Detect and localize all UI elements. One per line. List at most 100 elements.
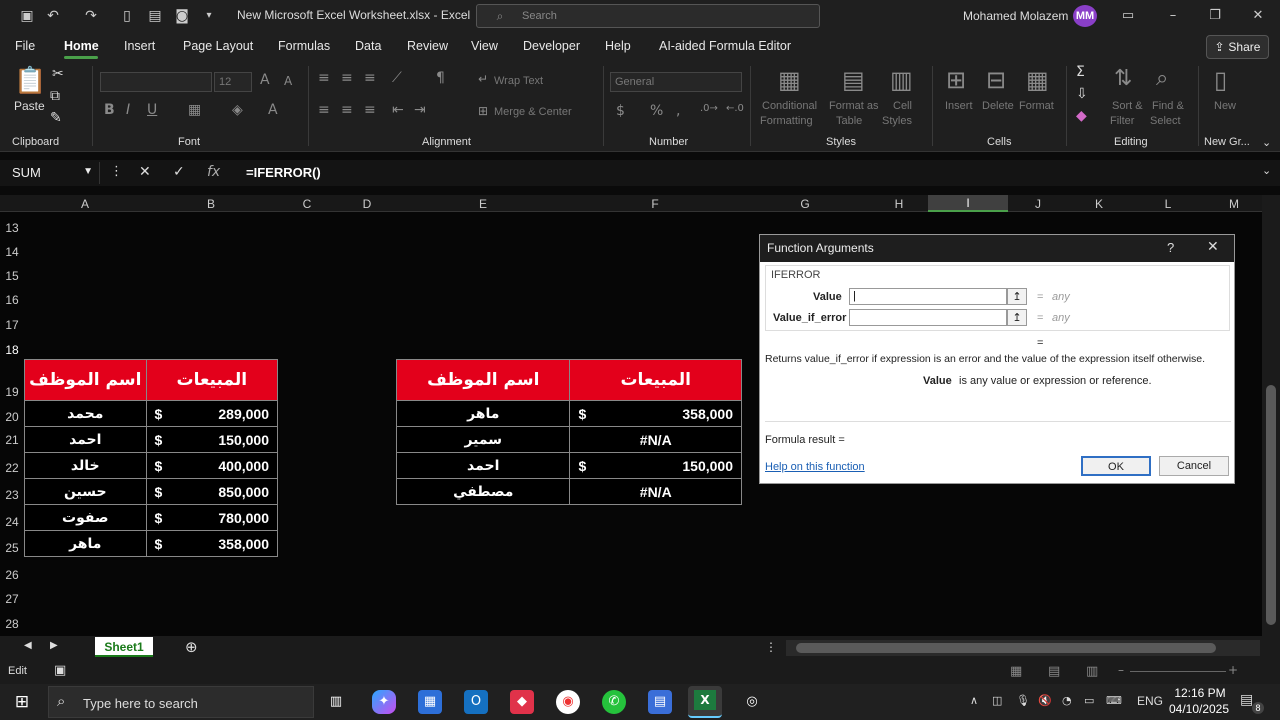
close-icon[interactable]: ✕ <box>1207 239 1219 255</box>
whatsapp-icon[interactable]: ✆ <box>602 690 626 714</box>
sales-cell[interactable]: $150,000 <box>145 426 279 453</box>
employee-name-cell[interactable]: سمير <box>395 426 571 453</box>
column-header-g[interactable]: G <box>740 197 870 211</box>
employee-name-cell[interactable]: خالد <box>24 452 147 479</box>
insert-cells-label[interactable]: Insert <box>945 100 973 112</box>
column-header-h[interactable]: H <box>870 197 928 211</box>
format-as-table-label-1[interactable]: Format as <box>829 100 879 112</box>
task-view-icon[interactable]: ▥ <box>324 690 348 714</box>
align-left-icon[interactable]: ≡ <box>318 102 330 118</box>
zoom-in-icon[interactable]: + <box>1228 663 1238 677</box>
vertical-scrollbar[interactable] <box>1262 195 1280 636</box>
row-header[interactable]: 17 <box>0 318 24 332</box>
conditional-formatting-label-2[interactable]: Formatting <box>760 115 813 127</box>
search-box[interactable]: ⌕ Search <box>476 4 820 28</box>
row-header[interactable]: 15 <box>0 269 24 283</box>
find-select-icon[interactable]: ⌕ <box>1156 66 1168 91</box>
delete-cells-label[interactable]: Delete <box>982 100 1014 112</box>
font-name-dropdown[interactable] <box>100 72 212 92</box>
row-header[interactable]: 14 <box>0 245 24 259</box>
sheet-tab-sheet1[interactable]: Sheet1 <box>95 637 153 657</box>
error-value-cell[interactable]: #N/A <box>569 426 742 453</box>
clock-time[interactable]: 12:16 PM <box>1172 686 1228 700</box>
language-indicator[interactable]: ENG <box>1137 694 1163 708</box>
align-right-icon[interactable]: ≡ <box>364 102 376 118</box>
more-icon[interactable]: ⋮ <box>765 640 777 654</box>
tab-developer[interactable]: Developer <box>523 39 580 53</box>
expand-formula-bar-icon[interactable]: ⌄ <box>1262 164 1271 177</box>
tab-data[interactable]: Data <box>355 39 381 53</box>
increase-indent-icon[interactable]: ⇥ <box>414 102 426 118</box>
insert-cells-icon[interactable]: ⊞ <box>946 66 966 94</box>
clear-icon[interactable]: ◆ <box>1076 108 1087 124</box>
share-button[interactable]: ⇪ Share <box>1206 35 1269 59</box>
column-header-a[interactable]: A <box>24 197 146 211</box>
sales-cell[interactable]: $780,000 <box>145 504 279 531</box>
tab-help[interactable]: Help <box>605 39 631 53</box>
number-format-dropdown[interactable]: General <box>610 72 742 92</box>
sales-cell[interactable]: $289,000 <box>145 400 279 427</box>
zoom-slider[interactable] <box>1130 671 1226 672</box>
increase-decimal-icon[interactable]: .0→ <box>700 103 718 114</box>
row-header[interactable]: 13 <box>0 221 24 235</box>
percent-icon[interactable]: % <box>650 103 663 119</box>
row-header[interactable]: 25 <box>0 541 24 555</box>
row-header[interactable]: 16 <box>0 293 24 307</box>
value-if-error-input[interactable] <box>849 309 1007 326</box>
row-header[interactable]: 28 <box>0 617 24 631</box>
header-sales[interactable]: المبيعات <box>569 359 742 401</box>
horizontal-scroll-thumb[interactable] <box>796 643 1216 653</box>
app-icon[interactable]: ▤ <box>648 690 672 714</box>
find-select-label-2[interactable]: Select <box>1150 115 1181 127</box>
merge-center-button[interactable]: Merge & Center <box>494 106 572 118</box>
sales-cell[interactable]: $150,000 <box>569 452 742 479</box>
sales-cell[interactable]: $850,000 <box>145 478 279 505</box>
help-icon[interactable]: ? <box>1167 240 1174 255</box>
column-header-b[interactable]: B <box>146 197 276 211</box>
sort-filter-label-1[interactable]: Sort & <box>1112 100 1143 112</box>
tab-view[interactable]: View <box>471 39 498 53</box>
column-header-f[interactable]: F <box>570 197 740 211</box>
delete-cells-icon[interactable]: ⊟ <box>986 66 1006 94</box>
column-header-l[interactable]: L <box>1130 197 1206 211</box>
page-break-view-icon[interactable]: ▥ <box>1086 664 1098 679</box>
conditional-formatting-label-1[interactable]: Conditional <box>762 100 817 112</box>
sort-filter-label-2[interactable]: Filter <box>1110 115 1134 127</box>
fill-color-icon[interactable]: ◈ <box>232 102 243 118</box>
cancel-entry-icon[interactable]: ✕ <box>139 164 151 180</box>
currency-icon[interactable]: $ <box>616 103 625 119</box>
camera-icon[interactable]: ◙ <box>173 7 191 25</box>
normal-view-icon[interactable]: ▦ <box>1010 664 1022 679</box>
wrap-text-icon[interactable]: ↵ <box>478 72 488 86</box>
insert-function-icon[interactable]: fx <box>207 164 220 180</box>
form-icon[interactable]: ▤ <box>146 7 164 25</box>
sales-cell[interactable]: $358,000 <box>145 530 279 557</box>
tab-insert[interactable]: Insert <box>124 39 155 53</box>
cell-styles-icon[interactable]: ▥ <box>890 66 913 94</box>
align-middle-icon[interactable]: ≡ <box>341 70 353 86</box>
microsoft-store-icon[interactable]: ▦ <box>418 690 442 714</box>
copy-icon[interactable]: ⧉ <box>50 88 60 104</box>
paste-icon[interactable]: 📋 <box>14 66 46 96</box>
microphone-icon[interactable]: 🎙 <box>1016 694 1030 707</box>
new-group-icon[interactable]: ▯ <box>1214 66 1227 94</box>
sort-filter-icon[interactable]: ⇅ <box>1114 66 1132 91</box>
column-header-j[interactable]: J <box>1008 197 1068 211</box>
tab-formulas[interactable]: Formulas <box>278 39 330 53</box>
employee-name-cell[interactable]: احمد <box>395 452 571 479</box>
tab-review[interactable]: Review <box>407 39 448 53</box>
orientation-icon[interactable]: ⟋ <box>392 70 402 86</box>
paste-label[interactable]: Paste <box>14 99 45 113</box>
formula-input[interactable]: =IFERROR() <box>246 165 321 180</box>
header-employee-name[interactable]: اسم الموظف <box>24 359 147 401</box>
outlook-icon[interactable]: O <box>464 690 488 714</box>
row-header[interactable]: 19 <box>0 385 24 399</box>
align-top-icon[interactable]: ≡ <box>318 70 330 86</box>
help-on-function-link[interactable]: Help on this function <box>765 461 865 473</box>
header-employee-name[interactable]: اسم الموظف <box>395 359 571 401</box>
column-header-d[interactable]: D <box>338 197 396 211</box>
customize-toolbar-icon[interactable]: ▾ <box>200 7 218 25</box>
ribbon-display-icon[interactable]: ▭ <box>1118 6 1138 26</box>
wifi-icon[interactable]: ◔ <box>1062 694 1072 707</box>
underline-icon[interactable]: U <box>147 102 157 118</box>
